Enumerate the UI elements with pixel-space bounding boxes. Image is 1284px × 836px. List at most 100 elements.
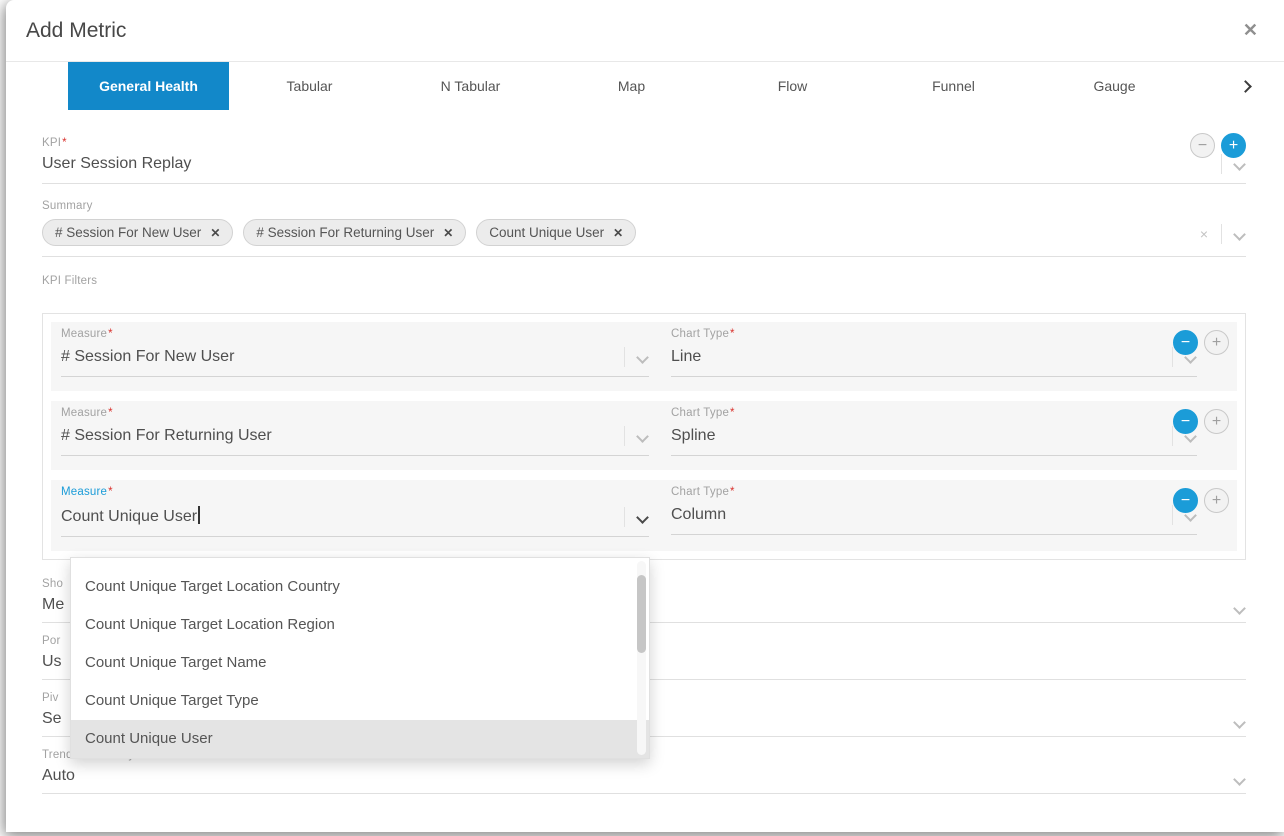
tab-funnel[interactable]: Funnel [873,62,1034,110]
summary-chip: # Session For Returning User ✕ [243,219,466,246]
chip-remove-icon[interactable]: ✕ [613,226,623,240]
measure-select-value: # Session For Returning User [61,427,272,444]
chevron-down-icon [1233,602,1246,615]
tab-general-health[interactable]: General Health [68,62,229,110]
measure-row-buttons: − + [1173,488,1229,513]
required-mark: * [730,328,735,340]
chart-type-select-value: Column [671,506,726,523]
summary-chip: Count Unique User ✕ [476,219,636,246]
measure-search-input[interactable]: Count Unique User [61,500,649,537]
dropdown-item-highlighted[interactable]: Count Unique User [71,720,649,758]
summary-chip: # Session For New User ✕ [42,219,233,246]
dropdown-scrollbar-track[interactable] [637,561,646,755]
clear-all-icon[interactable]: × [1200,226,1208,242]
select-toggle[interactable] [1235,718,1244,727]
select-toggle[interactable] [624,507,647,527]
kpi-select-value[interactable]: User Session Replay [42,155,1246,173]
kpi-filters-field: KPI Filters [42,275,1246,307]
chart-type-label: Chart Type* [671,486,1227,498]
chip-label: # Session For New User [55,225,201,240]
kpi-label-text: KPI [42,137,61,149]
chart-type-select[interactable]: Line [671,342,1197,377]
measure-label: Measure* [61,486,649,498]
required-mark: * [108,328,113,340]
kpi-add-button[interactable]: + [1221,133,1246,158]
chart-type-select-value: Line [671,348,701,365]
kpi-field: KPI* User Session Replay − + [42,137,1246,184]
tabs: General Health Tabular N Tabular Map Flo… [68,62,1284,110]
dropdown-item[interactable]: Count Unique Target Name [71,644,649,682]
measure-dropdown: Count Unique Target Location Country Cou… [70,557,650,759]
tab-n-tabular[interactable]: N Tabular [390,62,551,110]
field-value[interactable]: Auto [42,767,1246,785]
chip-remove-icon[interactable]: ✕ [210,226,220,240]
measure-column: Measure* Count Unique User [61,486,649,537]
divider [624,426,625,446]
text-cursor [198,506,200,524]
measure-remove-button[interactable]: − [1173,488,1198,513]
kpi-remove-button[interactable]: − [1190,133,1215,158]
chart-type-select[interactable]: Column [671,500,1197,535]
chevron-down-icon [636,430,649,443]
dropdown-item[interactable]: Count Unique Target Location Region [71,606,649,644]
required-mark: * [108,407,113,419]
required-mark: * [730,407,735,419]
chevron-down-icon [1233,158,1246,171]
dropdown-item[interactable]: Count Unique Target Location Country [71,568,649,606]
close-icon[interactable]: ✕ [1243,20,1258,41]
select-toggle[interactable] [1235,604,1244,613]
dropdown-scrollbar-thumb[interactable] [637,575,646,653]
tabs-next-chevron-icon[interactable] [1241,78,1250,96]
measures-group: Measure* # Session For New User Chart Ty… [42,313,1246,560]
tab-gauge[interactable]: Gauge [1034,62,1195,110]
modal-header: Add Metric ✕ [6,0,1284,62]
measure-add-button[interactable]: + [1204,409,1229,434]
summary-field: Summary # Session For New User ✕ # Sessi… [42,200,1246,257]
select-toggle[interactable] [624,347,647,367]
divider [624,347,625,367]
tab-map[interactable]: Map [551,62,712,110]
chart-type-column: Chart Type* Spline [671,407,1227,456]
required-mark: * [108,486,113,498]
chevron-down-icon [636,511,649,524]
chart-type-label: Chart Type* [671,328,1227,340]
select-toggle[interactable] [624,426,647,446]
chart-type-column: Chart Type* Line [671,328,1227,377]
select-toggle[interactable] [1235,775,1244,784]
divider [1221,224,1222,244]
measure-remove-button[interactable]: − [1173,330,1198,355]
measure-select-value: # Session For New User [61,348,234,365]
dropdown-partial-item[interactable] [71,558,649,568]
chevron-down-icon [1233,716,1246,729]
kpi-filters-label: KPI Filters [42,275,1246,287]
tab-tabular[interactable]: Tabular [229,62,390,110]
measure-add-button[interactable]: + [1204,488,1229,513]
chevron-down-icon [636,351,649,364]
chevron-down-icon[interactable] [1233,228,1246,241]
tabs-row: General Health Tabular N Tabular Map Flo… [6,62,1284,111]
chart-type-label: Chart Type* [671,407,1227,419]
measure-remove-button[interactable]: − [1173,409,1198,434]
tab-flow[interactable]: Flow [712,62,873,110]
kpi-buttons: − + [1190,133,1246,158]
add-metric-modal: Add Metric ✕ General Health Tabular N Ta… [6,0,1284,832]
measure-row-buttons: − + [1173,330,1229,355]
measure-row: Measure* # Session For Returning User Ch… [51,401,1237,470]
summary-chips: # Session For New User ✕ # Session For R… [42,219,1246,246]
summary-label-text: Summary [42,200,93,212]
chart-type-select[interactable]: Spline [671,421,1197,456]
measure-label: Measure* [61,328,649,340]
measure-row-buttons: − + [1173,409,1229,434]
measure-add-button[interactable]: + [1204,330,1229,355]
required-mark: * [62,137,67,149]
chart-type-select-value: Spline [671,427,715,444]
chevron-down-icon [1233,773,1246,786]
kpi-label: KPI* [42,137,1246,149]
measure-select[interactable]: # Session For New User [61,342,649,377]
kpi-filters-label-text: KPI Filters [42,275,97,287]
dropdown-item[interactable]: Count Unique Target Type [71,682,649,720]
measure-label: Measure* [61,407,649,419]
measure-row: Measure* # Session For New User Chart Ty… [51,322,1237,391]
chip-remove-icon[interactable]: ✕ [443,226,453,240]
measure-select[interactable]: # Session For Returning User [61,421,649,456]
